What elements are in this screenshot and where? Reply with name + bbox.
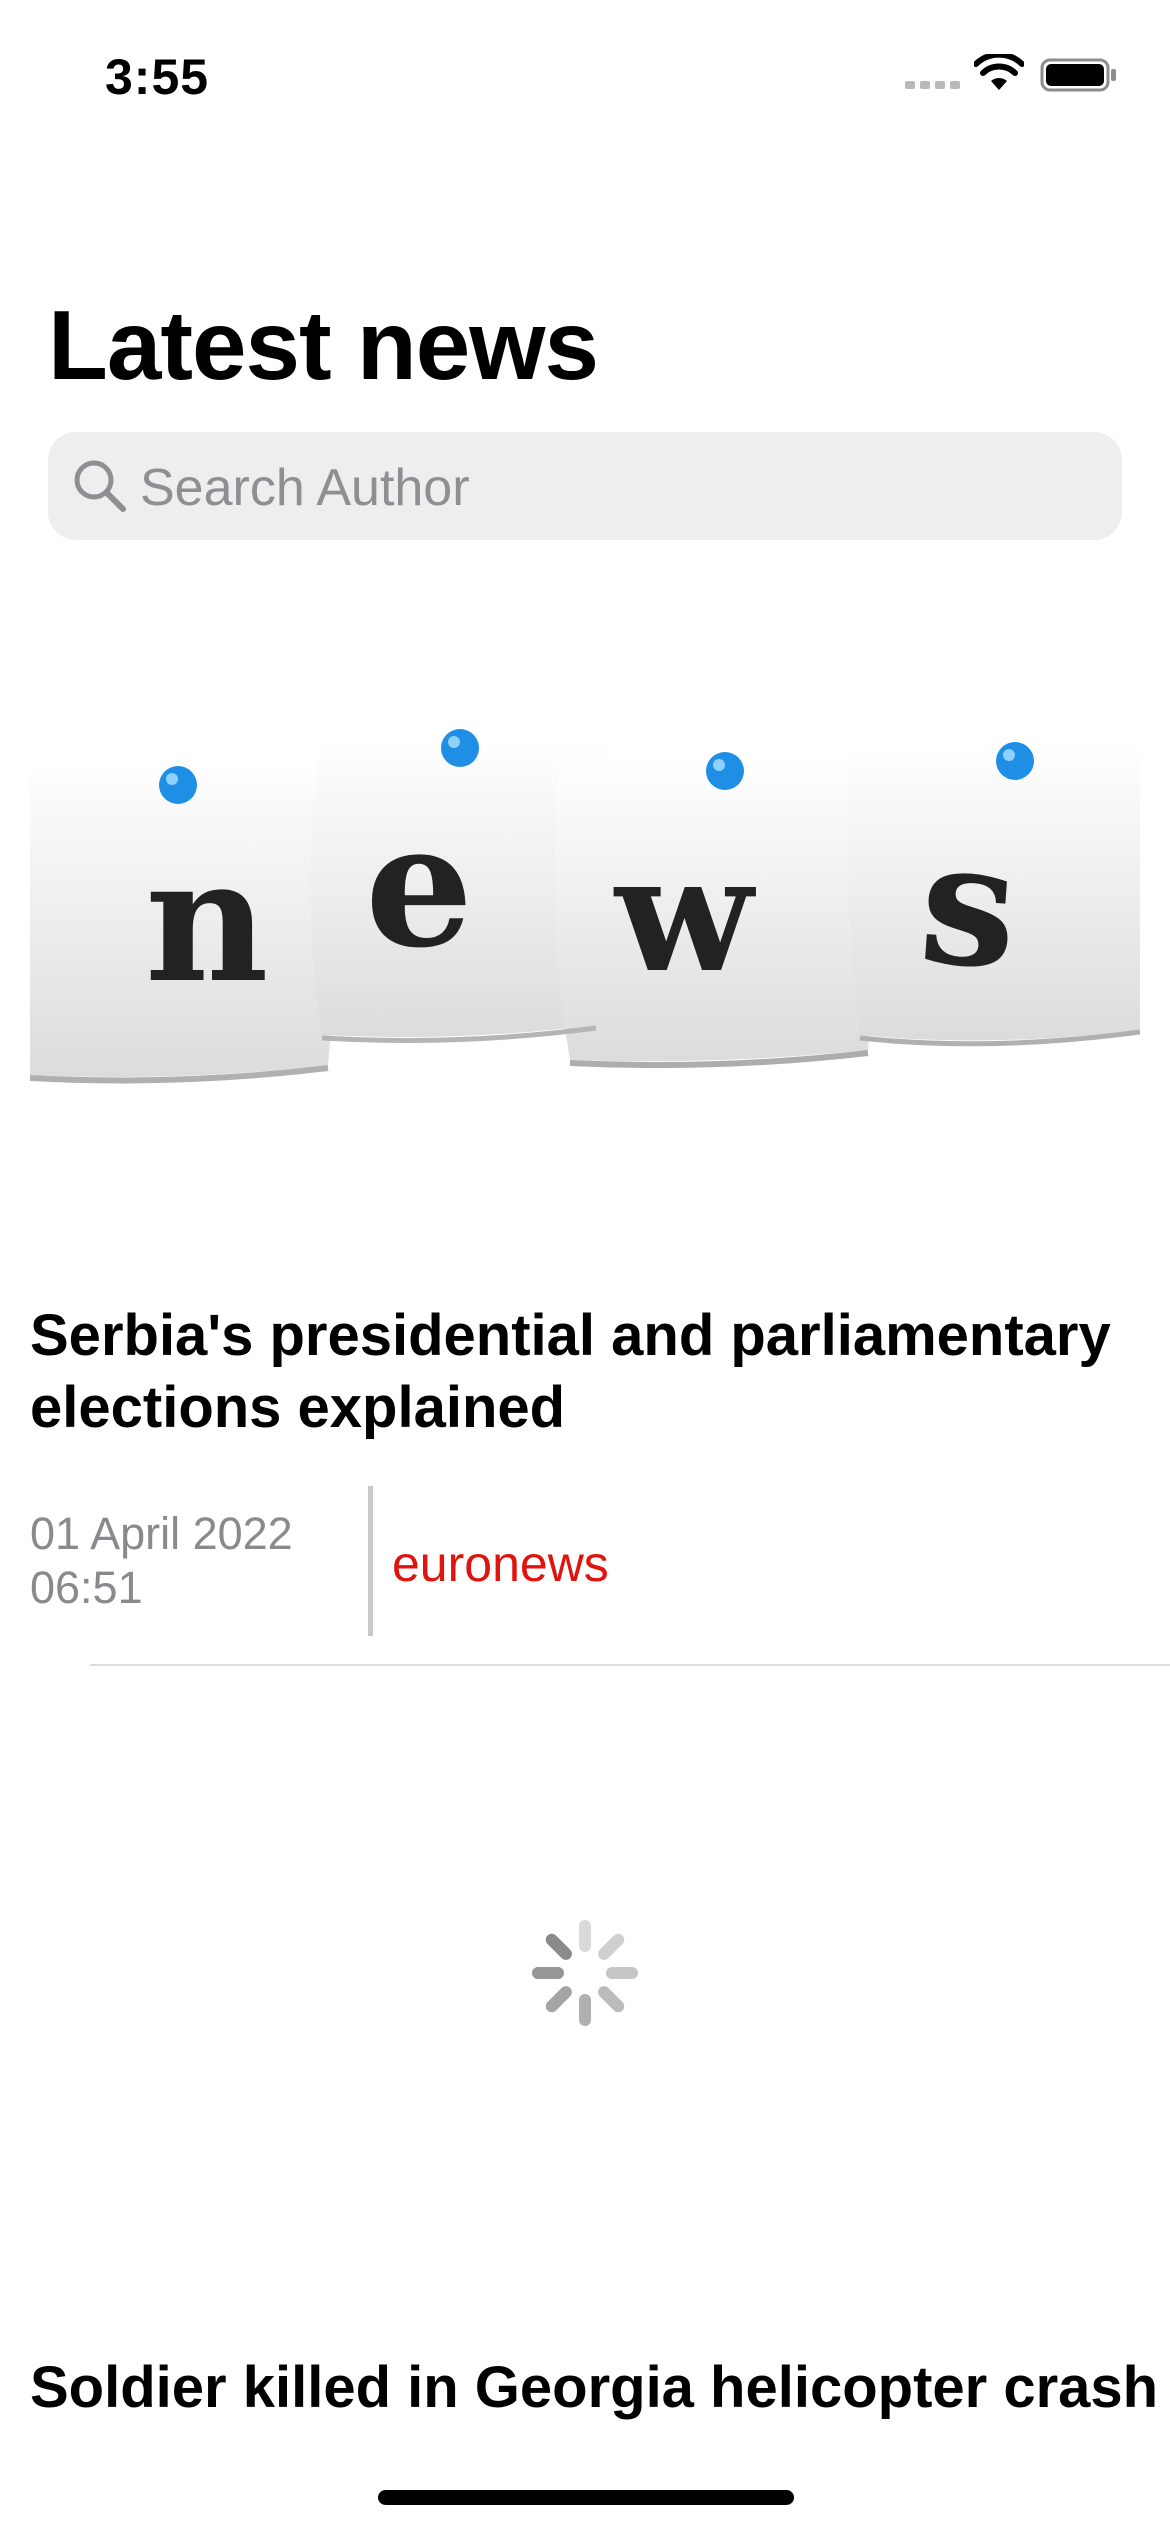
svg-text:e: e <box>365 786 473 986</box>
svg-text:n: n <box>145 821 269 1021</box>
search-bar[interactable]: Search Author <box>48 432 1122 540</box>
signal-icon <box>905 81 960 89</box>
search-icon <box>74 460 126 512</box>
article-title[interactable]: Serbia's presidential and parliamentary … <box>30 1300 1150 1444</box>
status-time: 3:55 <box>105 49 210 105</box>
article-date-day: 01 April 2022 <box>30 1508 293 1559</box>
search-input[interactable]: Search Author <box>140 460 470 516</box>
status-bar: 3:55 <box>0 0 1170 150</box>
battery-icon <box>1040 58 1116 92</box>
wifi-icon <box>974 54 1024 90</box>
article-source[interactable]: euronews <box>392 1536 609 1592</box>
svg-text:w: w <box>613 820 756 1008</box>
row-separator <box>90 1664 1170 1666</box>
article-title[interactable]: Soldier killed in Georgia helicopter cra… <box>30 2352 1170 2424</box>
svg-text:s: s <box>914 802 1023 1008</box>
page-title: Latest news <box>48 290 599 400</box>
loading-spinner <box>532 1920 638 2026</box>
article-date-time: 06:51 <box>30 1562 143 1613</box>
meta-divider <box>368 1486 373 1636</box>
article-image[interactable]: n e w s <box>30 720 1140 1100</box>
article-date: 01 April 2022 06:51 <box>30 1507 360 1615</box>
home-indicator[interactable] <box>378 2490 794 2505</box>
